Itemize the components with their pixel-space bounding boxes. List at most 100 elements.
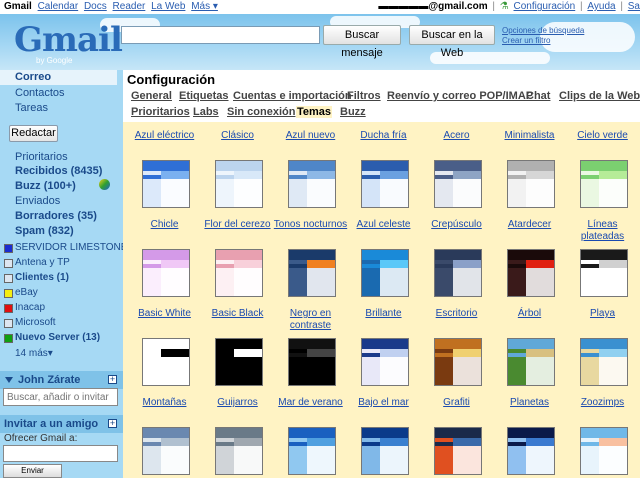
theme-name[interactable]: Crepúsculo xyxy=(419,219,494,231)
theme-preview[interactable] xyxy=(434,249,482,297)
search-input[interactable] xyxy=(121,26,320,44)
theme-preview[interactable] xyxy=(580,160,628,208)
tab-priority[interactable]: Prioritarios xyxy=(131,106,190,118)
theme-name[interactable]: Flor del cerezo xyxy=(200,219,275,231)
theme-name[interactable]: Azul celeste xyxy=(346,219,421,231)
label-color-swatch[interactable] xyxy=(4,319,13,328)
theme-name[interactable]: Planetas xyxy=(492,397,567,409)
nav-web[interactable]: La Web xyxy=(151,1,185,12)
theme-preview[interactable] xyxy=(215,338,263,386)
help-link[interactable]: Ayuda xyxy=(587,1,615,12)
settings-link[interactable]: Configuración xyxy=(514,1,576,12)
theme-name[interactable]: Ducha fría xyxy=(346,130,421,142)
contact-search-input[interactable] xyxy=(3,388,118,406)
search-web-button[interactable]: Buscar en la Web xyxy=(409,25,495,59)
tab-filters[interactable]: Filtros xyxy=(347,90,381,102)
theme-preview[interactable] xyxy=(142,427,190,475)
tab-webclips[interactable]: Clips de la Web xyxy=(559,90,640,102)
theme-preview[interactable] xyxy=(215,160,263,208)
theme-preview[interactable] xyxy=(142,160,190,208)
folder-inbox[interactable]: Recibidos (8435) xyxy=(15,165,102,177)
nav-docs[interactable]: Docs xyxy=(84,1,107,12)
label-color-swatch[interactable] xyxy=(4,274,13,283)
invite-header[interactable]: Invitar a un amigo + xyxy=(0,415,123,433)
theme-preview[interactable] xyxy=(288,249,336,297)
theme-preview[interactable] xyxy=(580,427,628,475)
sidebar-label[interactable]: Antena y TP xyxy=(15,257,70,268)
theme-preview[interactable] xyxy=(361,160,409,208)
theme-preview[interactable] xyxy=(288,338,336,386)
theme-name[interactable]: Guijarros xyxy=(200,397,275,409)
more-labels-link[interactable]: 14 más▾ xyxy=(15,348,53,359)
theme-preview[interactable] xyxy=(507,249,555,297)
theme-name[interactable]: Azul eléctrico xyxy=(127,130,202,142)
theme-preview[interactable] xyxy=(507,427,555,475)
theme-preview[interactable] xyxy=(361,338,409,386)
theme-name[interactable]: Atardecer xyxy=(492,219,567,231)
theme-name[interactable]: Basic Black xyxy=(200,308,275,320)
nav-reader[interactable]: Reader xyxy=(113,1,146,12)
label-color-swatch[interactable] xyxy=(4,289,13,298)
theme-name[interactable]: Acero xyxy=(419,130,494,142)
sidebar-label[interactable]: SERVIDOR LIMESTONE xyxy=(15,242,127,253)
theme-name[interactable]: Clásico xyxy=(200,130,275,142)
tab-accounts[interactable]: Cuentas e importación xyxy=(233,90,352,102)
theme-preview[interactable] xyxy=(361,427,409,475)
theme-name[interactable]: Minimalista xyxy=(492,130,567,142)
theme-preview[interactable] xyxy=(288,160,336,208)
tab-general[interactable]: General xyxy=(131,90,172,102)
search-options-link[interactable]: Opciones de búsqueda xyxy=(502,26,584,36)
tab-labs[interactable]: Labs xyxy=(193,106,219,118)
flask-icon[interactable]: ⚗ xyxy=(500,1,509,12)
theme-name[interactable]: Basic White xyxy=(127,308,202,320)
expand-icon[interactable]: + xyxy=(108,375,117,384)
sidebar-label[interactable]: Microsoft xyxy=(15,317,56,328)
send-invite-button[interactable]: Enviar invitación xyxy=(3,464,62,478)
nav-gmail[interactable]: Gmail xyxy=(4,1,32,12)
theme-name[interactable]: Zoozimps xyxy=(565,397,640,409)
folder-buzz[interactable]: Buzz (100+) xyxy=(15,180,76,192)
signout-link[interactable]: Sa xyxy=(628,1,640,12)
theme-preview[interactable] xyxy=(142,249,190,297)
create-filter-link[interactable]: Crear un filtro xyxy=(502,36,584,46)
label-color-swatch[interactable] xyxy=(4,244,13,253)
tab-offline[interactable]: Sin conexión xyxy=(227,106,295,118)
theme-name[interactable]: Tonos nocturnos xyxy=(273,219,348,231)
sidebar-label[interactable]: eBay xyxy=(15,287,38,298)
sidebar-item-mail[interactable]: Correo xyxy=(0,70,117,85)
theme-preview[interactable] xyxy=(580,249,628,297)
theme-preview[interactable] xyxy=(288,427,336,475)
tab-themes[interactable]: Temas xyxy=(296,106,333,118)
label-color-swatch[interactable] xyxy=(4,304,13,313)
theme-preview[interactable] xyxy=(507,338,555,386)
theme-preview[interactable] xyxy=(434,338,482,386)
theme-preview[interactable] xyxy=(507,160,555,208)
folder-priority[interactable]: Prioritarios xyxy=(15,151,68,163)
theme-preview[interactable] xyxy=(434,160,482,208)
theme-name[interactable]: Brillante xyxy=(346,308,421,320)
theme-preview[interactable] xyxy=(215,427,263,475)
theme-preview[interactable] xyxy=(434,427,482,475)
theme-name[interactable]: Árbol xyxy=(492,308,567,320)
label-color-swatch[interactable] xyxy=(4,334,13,343)
theme-preview[interactable] xyxy=(142,338,190,386)
tab-chat[interactable]: Chat xyxy=(526,90,550,102)
folder-drafts[interactable]: Borradores (35) xyxy=(15,210,97,222)
theme-name[interactable]: Escritorio xyxy=(419,308,494,320)
nav-more[interactable]: Más ▾ xyxy=(191,1,218,12)
compose-button[interactable]: Redactar xyxy=(9,125,58,142)
folder-sent[interactable]: Enviados xyxy=(15,195,60,207)
theme-name[interactable]: Chicle xyxy=(127,219,202,231)
theme-name[interactable]: Grafiti xyxy=(419,397,494,409)
search-mail-button[interactable]: Buscar mensaje xyxy=(323,25,401,59)
invite-email-input[interactable] xyxy=(3,445,118,462)
theme-preview[interactable] xyxy=(580,338,628,386)
folder-spam[interactable]: Spam (832) xyxy=(15,225,74,237)
tab-forwarding[interactable]: Reenvío y correo POP/IMAP xyxy=(387,90,533,102)
theme-name[interactable]: Montañas xyxy=(127,397,202,409)
chat-header[interactable]: John Zárate + xyxy=(0,371,123,389)
expand-icon[interactable]: + xyxy=(108,419,117,428)
theme-name[interactable]: Mar de verano xyxy=(273,397,348,409)
theme-name[interactable]: Azul nuevo xyxy=(273,130,348,142)
theme-name[interactable]: Negro en contraste xyxy=(273,308,348,332)
